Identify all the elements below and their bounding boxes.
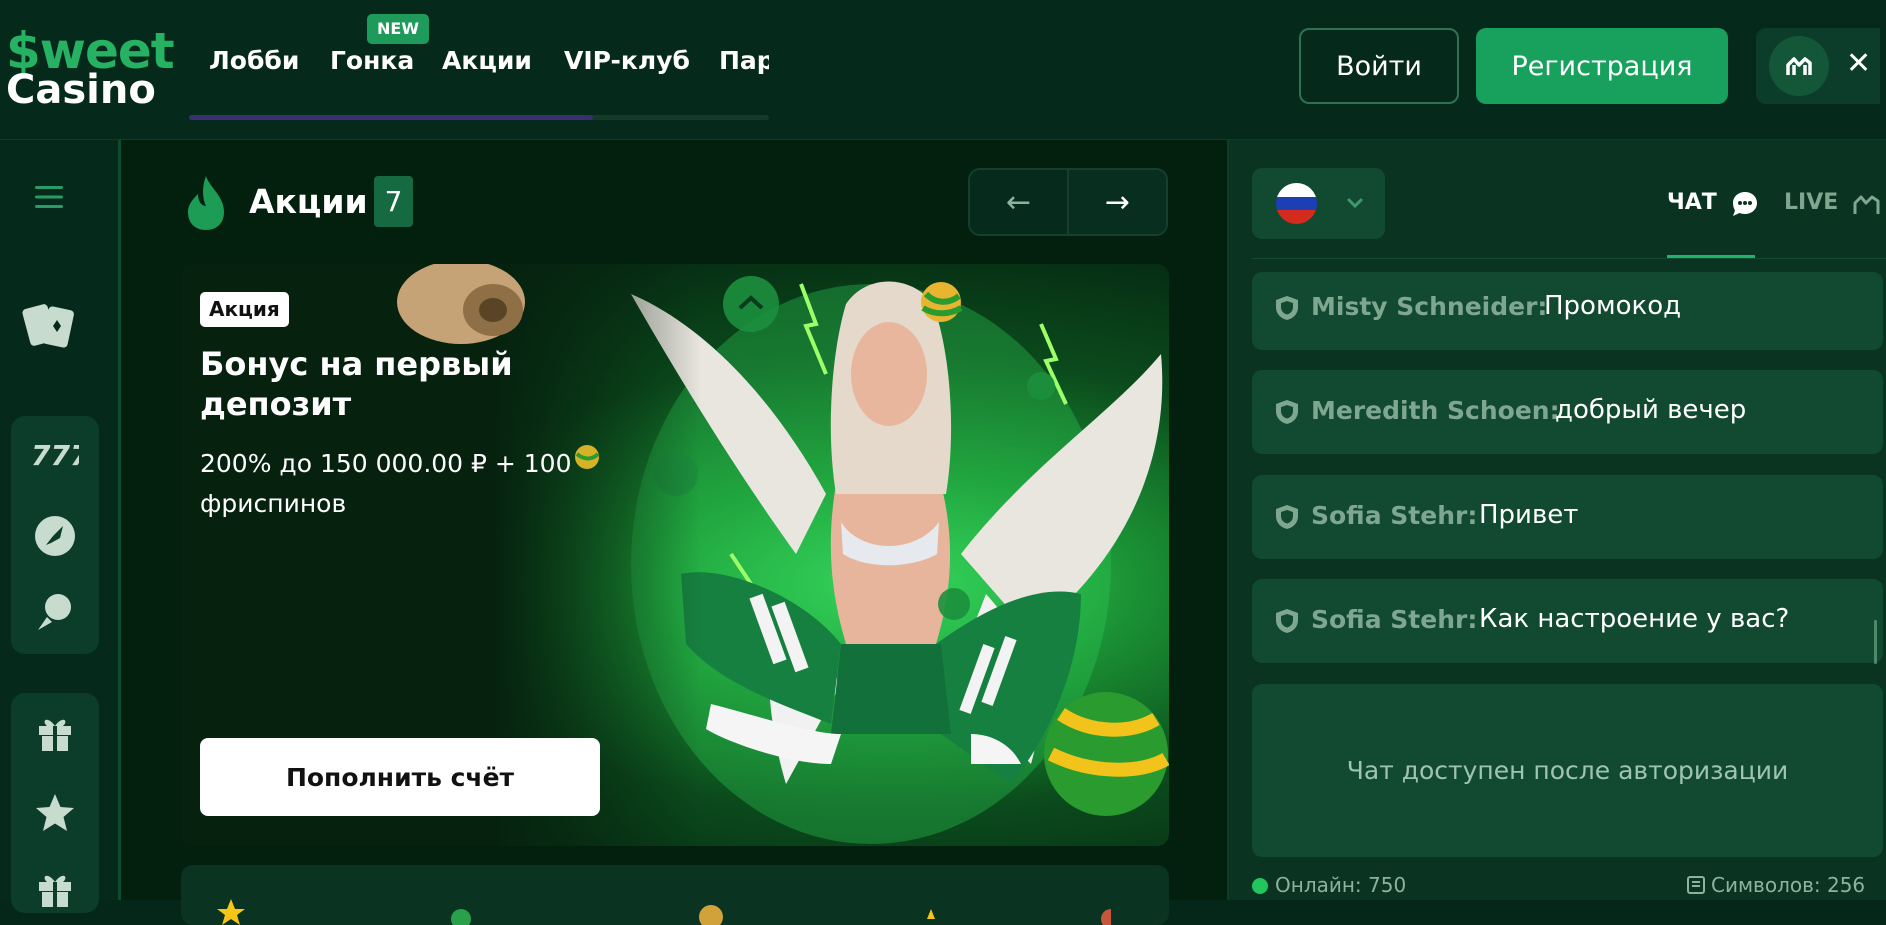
gift-icon[interactable] <box>31 869 79 909</box>
chat-divider <box>1252 258 1886 259</box>
chat-text: Как настроение у вас? <box>1479 604 1790 634</box>
live-chart-icon <box>1853 195 1880 214</box>
close-icon[interactable]: ✕ <box>1846 46 1871 82</box>
chat-bubble-icon <box>1733 192 1757 216</box>
tab-chat[interactable]: ЧАТ <box>1667 190 1717 215</box>
star-icon[interactable] <box>31 789 79 837</box>
chat-username[interactable]: Misty Schneider: <box>1311 292 1547 321</box>
promo-tag: Акция <box>200 292 289 327</box>
chat-login-required-notice: Чат доступен после авторизации <box>1252 684 1883 857</box>
shield-icon <box>1276 296 1298 320</box>
nav-item-race[interactable]: Гонка <box>330 46 414 75</box>
shield-icon <box>1276 609 1298 633</box>
promo-card[interactable]: Акция Бонус на первый депозит 200% до 15… <box>181 264 1169 846</box>
sweet-casino-logo[interactable]: $weet Casino <box>6 22 175 113</box>
nav-scrollbar-thumb[interactable] <box>189 115 593 120</box>
logo-wordmark-bottom: Casino <box>6 67 156 113</box>
chat-text: Привет <box>1479 500 1579 530</box>
register-button[interactable]: Регистрация <box>1476 28 1728 104</box>
shield-icon <box>1276 400 1298 424</box>
fire-icon <box>184 174 228 232</box>
chat-message: Misty Schneider: Промокод <box>1252 272 1883 350</box>
promo-carousel-arrows: ← → <box>968 168 1168 236</box>
next-promo-strip <box>181 865 1169 925</box>
promo-title: Бонус на первый депозит <box>200 345 513 423</box>
games-nav-group: 777 <box>11 416 99 654</box>
chat-scrollbar[interactable] <box>1874 620 1877 664</box>
money-roll-image <box>397 264 525 344</box>
new-badge: NEW <box>367 14 429 44</box>
russia-flag-icon <box>1276 183 1317 224</box>
nav-item-vip-club[interactable]: VIP-клуб <box>564 46 690 75</box>
online-count: Онлайн: 750 <box>1275 873 1407 897</box>
bonus-nav-group <box>11 693 99 913</box>
section-title: Акции <box>249 182 368 221</box>
shield-icon <box>1276 505 1298 529</box>
left-sidebar: 777 <box>0 140 121 913</box>
next-arrow-button[interactable]: → <box>1069 170 1166 234</box>
chat-text: Промокод <box>1544 291 1682 321</box>
language-selector[interactable] <box>1252 168 1385 239</box>
gift-icon[interactable] <box>31 709 79 757</box>
chat-text: добрый вечер <box>1555 395 1747 425</box>
prev-arrow-button[interactable]: ← <box>970 170 1069 234</box>
chat-message: Meredith Schoen: добрый вечер <box>1252 370 1883 454</box>
stats-chart-icon[interactable] <box>1769 36 1829 96</box>
chat-username[interactable]: Sofia Stehr: <box>1311 501 1477 530</box>
nav-item-partners[interactable]: Пар <box>719 46 769 75</box>
tab-live[interactable]: LIVE <box>1784 190 1838 215</box>
live-stats-widget: ✕ <box>1756 28 1880 104</box>
chat-username[interactable]: Sofia Stehr: <box>1311 605 1477 634</box>
sports-icon[interactable] <box>31 588 79 636</box>
menu-icon[interactable] <box>31 182 67 212</box>
chat-message: Sofia Stehr: Привет <box>1252 475 1883 559</box>
chat-username[interactable]: Meredith Schoen: <box>1311 396 1560 425</box>
symbols-count: Символов: 256 <box>1711 873 1866 897</box>
game-icons-row <box>217 899 1111 925</box>
deposit-button[interactable]: Пополнить счёт <box>200 738 600 816</box>
slots-777-icon[interactable]: 777 <box>25 436 85 472</box>
login-button[interactable]: Войти <box>1299 28 1459 104</box>
rocket-icon[interactable] <box>31 512 79 560</box>
chevron-down-icon <box>1347 198 1363 209</box>
svg-text:777: 777 <box>31 439 79 469</box>
nav-item-lobby[interactable]: Лобби <box>209 46 299 75</box>
nav-item-promotions[interactable]: Акции <box>442 46 532 75</box>
top-header: $weet Casino Лобби Гонка NEW Акции VIP-к… <box>0 0 1886 140</box>
nav-scrollbar[interactable] <box>189 115 769 120</box>
promo-description: 200% до 150 000.00 ₽ + 100 фриспинов <box>200 449 572 518</box>
promo-count-badge: 7 <box>374 176 413 227</box>
online-status-icon <box>1252 878 1268 894</box>
symbols-icon <box>1687 876 1705 894</box>
chat-message: Sofia Stehr: Как настроение у вас? <box>1252 579 1883 663</box>
cards-icon[interactable] <box>20 300 78 352</box>
